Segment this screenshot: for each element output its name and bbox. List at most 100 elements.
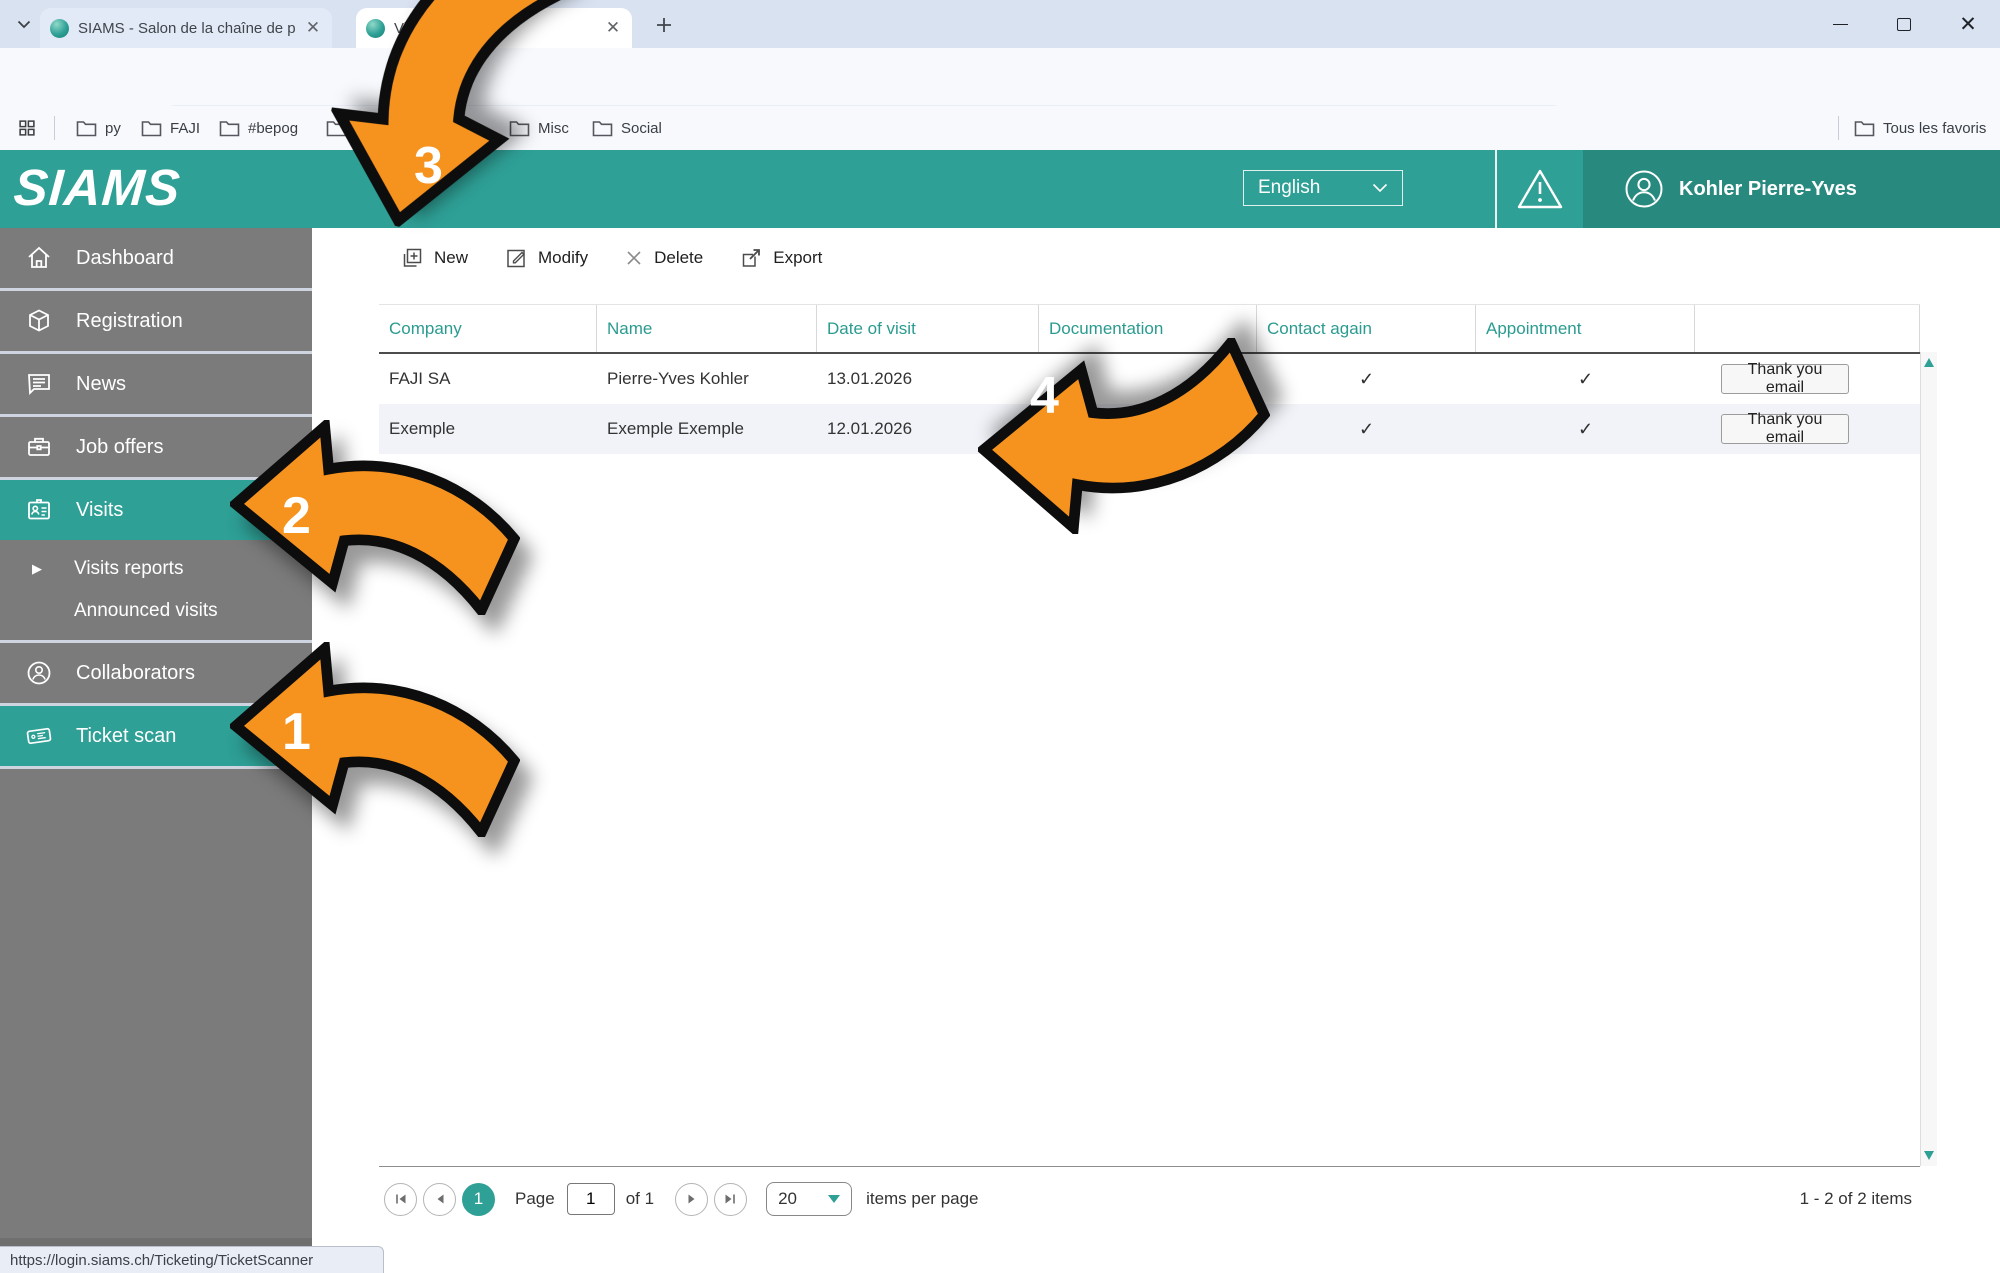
cube-icon bbox=[24, 307, 54, 335]
folder-icon bbox=[76, 120, 97, 137]
sidebar-item-registration[interactable]: Registration bbox=[0, 291, 312, 351]
sidebar-item-label: Registration bbox=[76, 310, 183, 333]
step-number-1: 1 bbox=[282, 702, 311, 762]
sidebar-item-dashboard[interactable]: Dashboard bbox=[0, 228, 312, 288]
next-page-icon bbox=[687, 1193, 697, 1205]
folder-icon bbox=[592, 120, 613, 137]
page-label: Page bbox=[515, 1189, 555, 1209]
all-bookmarks-label: Tous les favoris bbox=[1883, 120, 1986, 137]
thank-you-email-button[interactable]: Thank you email bbox=[1721, 414, 1849, 444]
modify-button-label: Modify bbox=[538, 248, 588, 268]
first-page-icon bbox=[394, 1193, 407, 1205]
bookmark-folder-social[interactable]: Social bbox=[592, 115, 662, 141]
sidebar-item-label: Visits bbox=[76, 499, 123, 522]
bookmarks-divider bbox=[54, 116, 55, 140]
chevron-down-icon bbox=[828, 1195, 840, 1203]
cell-appointment-check: ✓ bbox=[1476, 404, 1695, 454]
scroll-up-icon[interactable] bbox=[1924, 358, 1934, 367]
grid-toolbar: New Modify Delete Export bbox=[400, 240, 822, 276]
cell-contact-again-check: ✓ bbox=[1257, 354, 1476, 404]
plus-icon bbox=[652, 13, 676, 37]
step-number-2: 2 bbox=[282, 486, 311, 546]
grid-scrollbar[interactable] bbox=[1920, 352, 1937, 1166]
previous-page-button[interactable] bbox=[423, 1183, 456, 1216]
last-page-button[interactable] bbox=[714, 1183, 747, 1216]
folder-icon bbox=[219, 120, 240, 137]
modify-button[interactable]: Modify bbox=[504, 246, 588, 270]
close-icon[interactable]: ✕ bbox=[304, 19, 322, 37]
first-page-button[interactable] bbox=[384, 1183, 417, 1216]
bookmark-folder-faji[interactable]: FAJI bbox=[141, 115, 200, 141]
tab-search-button[interactable] bbox=[10, 11, 38, 37]
user-name: Kohler Pierre-Yves bbox=[1679, 178, 1857, 201]
new-tab-button[interactable] bbox=[652, 13, 676, 37]
all-bookmarks-button[interactable]: Tous les favoris bbox=[1854, 115, 1986, 141]
cell-contact-again-check: ✓ bbox=[1257, 404, 1476, 454]
new-button-label: New bbox=[434, 248, 468, 268]
tab-siams[interactable]: SIAMS - Salon de la chaîne de p ✕ bbox=[40, 8, 332, 48]
cell-name: Pierre-Yves Kohler bbox=[597, 354, 817, 404]
page-size-select[interactable]: 20 bbox=[766, 1182, 852, 1216]
page-of-label: of 1 bbox=[626, 1189, 654, 1209]
bookmark-folder-py[interactable]: py bbox=[76, 115, 121, 141]
column-header-appointment[interactable]: Appointment bbox=[1476, 305, 1695, 352]
bookmark-label: FAJI bbox=[170, 120, 200, 137]
bookmark-folder-bepog[interactable]: #bepog bbox=[219, 115, 298, 141]
chevron-down-icon bbox=[1372, 183, 1388, 193]
annotation-arrow-2 bbox=[230, 420, 520, 615]
chevron-down-icon bbox=[17, 20, 31, 29]
maximize-icon bbox=[1897, 18, 1911, 31]
new-button[interactable]: New bbox=[400, 246, 468, 270]
column-header-company[interactable]: Company bbox=[379, 305, 597, 352]
delete-button[interactable]: Delete bbox=[624, 248, 703, 268]
maximize-button[interactable] bbox=[1872, 0, 1936, 48]
id-badge-icon bbox=[24, 496, 54, 524]
cell-company: FAJI SA bbox=[379, 354, 597, 404]
news-icon bbox=[24, 370, 54, 398]
pagination-bar: 1 Page of 1 20 items per page 1 - 2 of 2… bbox=[379, 1166, 1920, 1231]
column-header-actions bbox=[1695, 305, 1920, 352]
column-header-name[interactable]: Name bbox=[597, 305, 817, 352]
briefcase-icon bbox=[24, 433, 54, 461]
page-number-input[interactable] bbox=[567, 1183, 615, 1215]
language-selected-label: English bbox=[1258, 177, 1320, 199]
apps-grid-button[interactable] bbox=[16, 115, 38, 141]
previous-page-icon bbox=[435, 1193, 445, 1205]
next-page-button[interactable] bbox=[675, 1183, 708, 1216]
tab-strip: SIAMS - Salon de la chaîne de p ✕ Visits… bbox=[0, 0, 2000, 48]
folder-icon bbox=[141, 120, 162, 137]
person-circle-icon bbox=[24, 659, 54, 687]
sidebar-item-label: Job offers bbox=[76, 436, 163, 459]
delete-button-label: Delete bbox=[654, 248, 703, 268]
cell-appointment-check: ✓ bbox=[1476, 354, 1695, 404]
scroll-down-icon[interactable] bbox=[1924, 1151, 1934, 1160]
thank-you-email-button[interactable]: Thank you email bbox=[1721, 364, 1849, 394]
step-number-3: 3 bbox=[414, 136, 443, 196]
header-divider bbox=[1495, 150, 1497, 228]
new-icon bbox=[400, 246, 424, 270]
close-icon[interactable]: ✕ bbox=[604, 19, 622, 37]
caret-right-icon: ▶ bbox=[32, 561, 46, 577]
bookmark-label: Social bbox=[621, 120, 662, 137]
sidebar-item-label: Dashboard bbox=[76, 247, 174, 270]
sidebar-item-news[interactable]: News bbox=[0, 354, 312, 414]
app-header: SIAMS English Kohler Pierre-Yves bbox=[0, 150, 2000, 228]
browser-window: SIAMS - Salon de la chaîne de p ✕ Visits… bbox=[0, 0, 2000, 1273]
language-select[interactable]: English bbox=[1243, 170, 1403, 206]
step-number-4: 4 bbox=[1030, 366, 1059, 426]
ticket-icon bbox=[24, 722, 54, 750]
alerts-button[interactable] bbox=[1514, 166, 1566, 212]
navigation-bar: login.siams.ch/FrontOffi /Ac Language__=… bbox=[0, 48, 2000, 106]
user-menu[interactable]: Kohler Pierre-Yves bbox=[1583, 150, 2000, 228]
avatar-icon bbox=[1623, 168, 1665, 210]
column-header-contact-again[interactable]: Contact again bbox=[1257, 305, 1476, 352]
sidebar-item-label: News bbox=[76, 373, 126, 396]
current-page-button[interactable]: 1 bbox=[462, 1183, 495, 1216]
close-window-button[interactable]: ✕ bbox=[1936, 0, 2000, 48]
last-page-icon bbox=[724, 1193, 737, 1205]
sidebar-subitem-label: Announced visits bbox=[74, 600, 218, 622]
bookmarks-bar: py FAJI #bepog Too Misc Social Tous les … bbox=[0, 106, 2000, 150]
sidebar-item-label: Ticket scan bbox=[76, 725, 176, 748]
export-button[interactable]: Export bbox=[739, 246, 822, 270]
minimize-button[interactable] bbox=[1808, 0, 1872, 48]
